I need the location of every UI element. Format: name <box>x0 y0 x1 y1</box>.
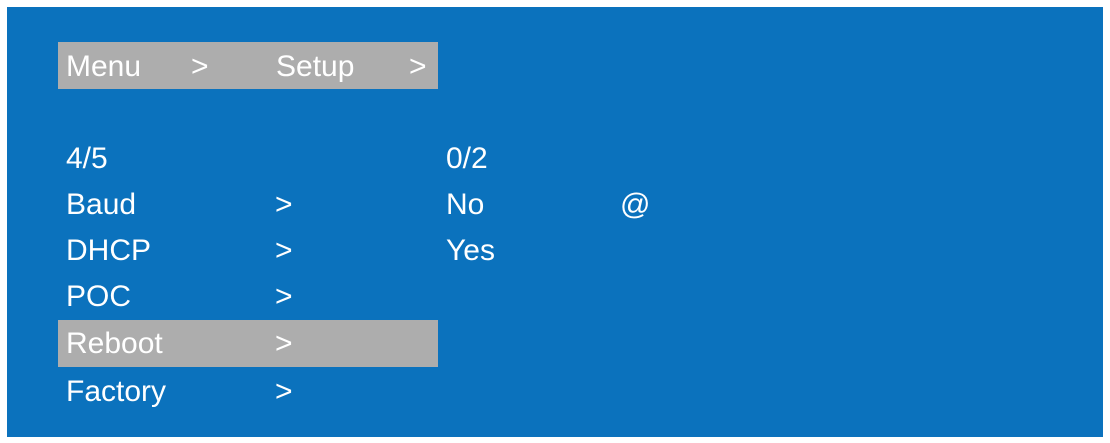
chevron-right-icon: > <box>275 327 293 360</box>
option-label: Yes <box>446 234 495 267</box>
option-label: No <box>446 188 485 221</box>
breadcrumb-setup[interactable]: Setup <box>276 44 354 90</box>
menu-item-label: Baud <box>66 188 137 221</box>
chevron-right-icon: > <box>275 188 293 221</box>
chevron-right-icon: > <box>275 234 293 267</box>
menu-item-label: Reboot <box>66 327 163 360</box>
menu-item-label: Factory <box>66 375 167 408</box>
menu-item-label: DHCP <box>66 234 152 267</box>
menu-item-label: POC <box>66 280 132 313</box>
current-value-marker-icon: @ <box>620 188 651 221</box>
breadcrumb-separator: > <box>191 50 209 83</box>
osd-menu-screen: Menu > Setup > 4/5 0/2 Baud > DHCP > POC… <box>7 7 1103 437</box>
left-list-position: 4/5 <box>66 142 108 175</box>
right-list-position: 0/2 <box>446 142 488 175</box>
breadcrumb-menu[interactable]: Menu <box>66 44 141 90</box>
chevron-right-icon: > <box>275 375 293 408</box>
breadcrumb-separator: > <box>409 50 427 83</box>
chevron-right-icon: > <box>275 280 293 313</box>
